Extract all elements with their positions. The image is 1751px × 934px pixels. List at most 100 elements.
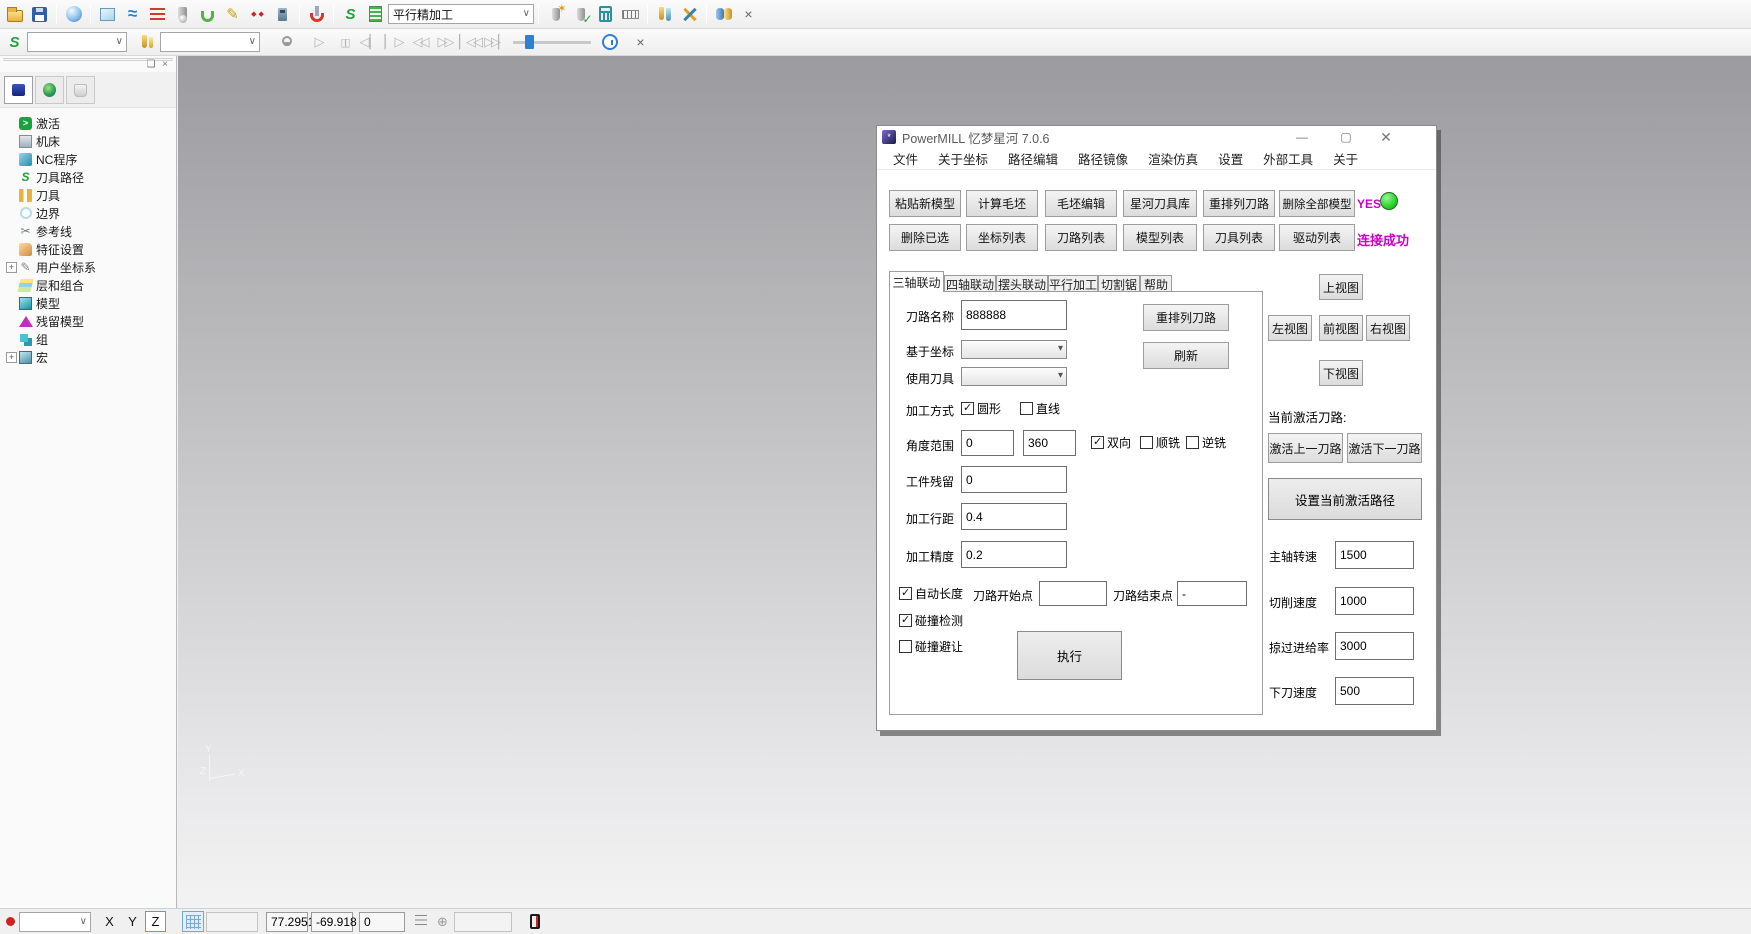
stock-allowance-input[interactable] xyxy=(961,466,1067,493)
tool-icon[interactable] xyxy=(170,2,195,27)
tab-help[interactable]: 帮助 xyxy=(1140,275,1172,292)
probe-icon[interactable] xyxy=(437,914,448,930)
spindle-speed-input[interactable] xyxy=(1335,541,1414,569)
tab-trash[interactable] xyxy=(66,76,95,104)
toolpath-icon[interactable] xyxy=(120,2,145,27)
levels-icon[interactable] xyxy=(145,2,170,27)
tolerance-input[interactable] xyxy=(961,541,1067,568)
tool-library-button[interactable]: 星河刀具库 xyxy=(1123,190,1197,217)
auto-length-checkbox[interactable]: 自动长度 xyxy=(899,585,963,602)
float-panel-icon[interactable] xyxy=(145,59,157,70)
tree-item-nc-programs[interactable]: NC程序 xyxy=(6,150,176,168)
based-coord-select[interactable] xyxy=(961,340,1067,359)
axis-z-button[interactable]: Z xyxy=(145,911,166,932)
minimize-button[interactable]: — xyxy=(1285,126,1319,148)
menu-external-tools[interactable]: 外部工具 xyxy=(1253,149,1323,168)
tree-item-models[interactable]: 模型 xyxy=(6,294,176,312)
cutting-feed-input[interactable] xyxy=(1335,587,1414,615)
menu-path-edit[interactable]: 路径编辑 xyxy=(998,149,1068,168)
strategy-icon[interactable] xyxy=(338,2,363,27)
view-top-button[interactable]: 上视图 xyxy=(1319,274,1363,300)
step-back-button[interactable] xyxy=(357,31,382,53)
workplane-combo[interactable]: ∨ xyxy=(19,912,91,932)
swap-axes-icon[interactable] xyxy=(677,2,702,27)
rapid-feed-input[interactable] xyxy=(1335,632,1414,660)
close-button[interactable]: ✕ xyxy=(1369,126,1403,148)
tool-change-icon[interactable] xyxy=(652,2,677,27)
stepover-input[interactable] xyxy=(961,503,1067,530)
tree-item-feature-sets[interactable]: 特征设置 xyxy=(6,240,176,258)
menu-about-coords[interactable]: 关于坐标 xyxy=(928,149,998,168)
pause-button[interactable] xyxy=(332,31,357,53)
strategy-dropdown[interactable]: 平行精加工 ∨ xyxy=(388,4,534,24)
rearrange-button[interactable]: 重排列刀路 xyxy=(1143,304,1229,331)
step-forward-button[interactable] xyxy=(382,31,407,53)
speed-slider[interactable] xyxy=(513,31,591,53)
set-active-path-button[interactable]: 设置当前激活路径 xyxy=(1268,478,1422,520)
view-front-button[interactable]: 前视图 xyxy=(1319,315,1363,341)
delete-all-models-button[interactable]: 删除全部模型 xyxy=(1279,190,1355,217)
panel-gripper[interactable] xyxy=(3,58,173,72)
close-panel-icon[interactable] xyxy=(159,59,171,70)
refresh-button[interactable]: 刷新 xyxy=(1143,342,1229,369)
panel-toggle-icon[interactable] xyxy=(530,914,540,929)
verify-toolpath-icon[interactable] xyxy=(543,2,568,27)
clock-icon[interactable] xyxy=(597,30,622,55)
sim-tool-dropdown[interactable]: ∨ xyxy=(160,32,260,52)
close-toolbar-icon[interactable] xyxy=(628,30,653,55)
simulation-icon[interactable] xyxy=(711,2,736,27)
view-bottom-button[interactable]: 下视图 xyxy=(1319,360,1363,386)
tree-item-groups[interactable]: 组 xyxy=(6,330,176,348)
play-button[interactable] xyxy=(307,31,332,53)
maximize-button[interactable]: ▢ xyxy=(1329,126,1363,148)
pattern-icon[interactable] xyxy=(220,2,245,27)
model-list-button[interactable]: 模型列表 xyxy=(1123,224,1197,251)
tab-cutting-saw[interactable]: 切割锯 xyxy=(1098,275,1140,292)
tree-item-patterns[interactable]: 参考线 xyxy=(6,222,176,240)
end-point-input[interactable] xyxy=(1177,581,1247,606)
tab-parallel[interactable]: 平行加工 xyxy=(1048,275,1098,292)
points-icon[interactable] xyxy=(245,2,270,27)
grid-toggle-button[interactable] xyxy=(182,911,204,932)
angle-from-input[interactable] xyxy=(961,430,1014,456)
use-tool-select[interactable] xyxy=(961,367,1067,386)
tab-world[interactable] xyxy=(35,76,64,104)
tab-explorer-tree[interactable] xyxy=(4,76,33,104)
strategy-icon[interactable] xyxy=(2,30,27,55)
tree-item-toolpaths[interactable]: 刀具路径 xyxy=(6,168,176,186)
close-toolbar-icon[interactable] xyxy=(736,2,761,27)
tool-list-button[interactable]: 刀具列表 xyxy=(1203,224,1275,251)
menu-path-mirror[interactable]: 路径镜像 xyxy=(1068,149,1138,168)
go-to-end-button[interactable] xyxy=(482,31,507,53)
collision-check-icon[interactable] xyxy=(304,2,329,27)
delete-selected-button[interactable]: 删除已选 xyxy=(889,224,961,251)
execute-button[interactable]: 执行 xyxy=(1017,631,1122,680)
open-file-icon[interactable] xyxy=(2,2,27,27)
collision-check-checkbox[interactable]: 碰撞检测 xyxy=(899,612,963,629)
collision-avoid-checkbox[interactable]: 碰撞避让 xyxy=(899,638,963,655)
coord-list-button[interactable]: 坐标列表 xyxy=(966,224,1038,251)
tools-icon[interactable] xyxy=(135,30,160,55)
tree-item-macros[interactable]: 宏 xyxy=(6,348,176,366)
sim-toolpath-dropdown[interactable]: ∨ xyxy=(27,32,127,52)
menu-settings[interactable]: 设置 xyxy=(1208,149,1253,168)
tab-swivel-head[interactable]: 摆头联动 xyxy=(996,275,1048,292)
boundary-icon[interactable] xyxy=(195,2,220,27)
slider-handle[interactable] xyxy=(525,35,534,49)
tab-4axis[interactable]: 四轴联动 xyxy=(944,275,996,292)
fast-forward-button[interactable] xyxy=(432,31,457,53)
mode-circle-checkbox[interactable]: 圆形 xyxy=(961,400,1001,417)
expand-icon[interactable] xyxy=(6,352,17,363)
conventional-checkbox[interactable]: 逆铣 xyxy=(1186,434,1226,451)
coordinate-list-icon[interactable] xyxy=(415,915,427,928)
tree-item-levels-and-sets[interactable]: 层和组合 xyxy=(6,276,176,294)
angle-to-input[interactable] xyxy=(1023,430,1076,456)
bidirectional-checkbox[interactable]: 双向 xyxy=(1091,434,1131,451)
rewind-button[interactable] xyxy=(407,31,432,53)
calc-block-button[interactable]: 计算毛坯 xyxy=(966,190,1038,217)
climb-checkbox[interactable]: 顺铣 xyxy=(1140,434,1180,451)
strategy-list-icon[interactable] xyxy=(363,2,388,27)
tree-item-tools[interactable]: 刀具 xyxy=(6,186,176,204)
tree-item-boundaries[interactable]: 边界 xyxy=(6,204,176,222)
rearrange-toolpath-button[interactable]: 重排列刀路 xyxy=(1203,190,1275,217)
